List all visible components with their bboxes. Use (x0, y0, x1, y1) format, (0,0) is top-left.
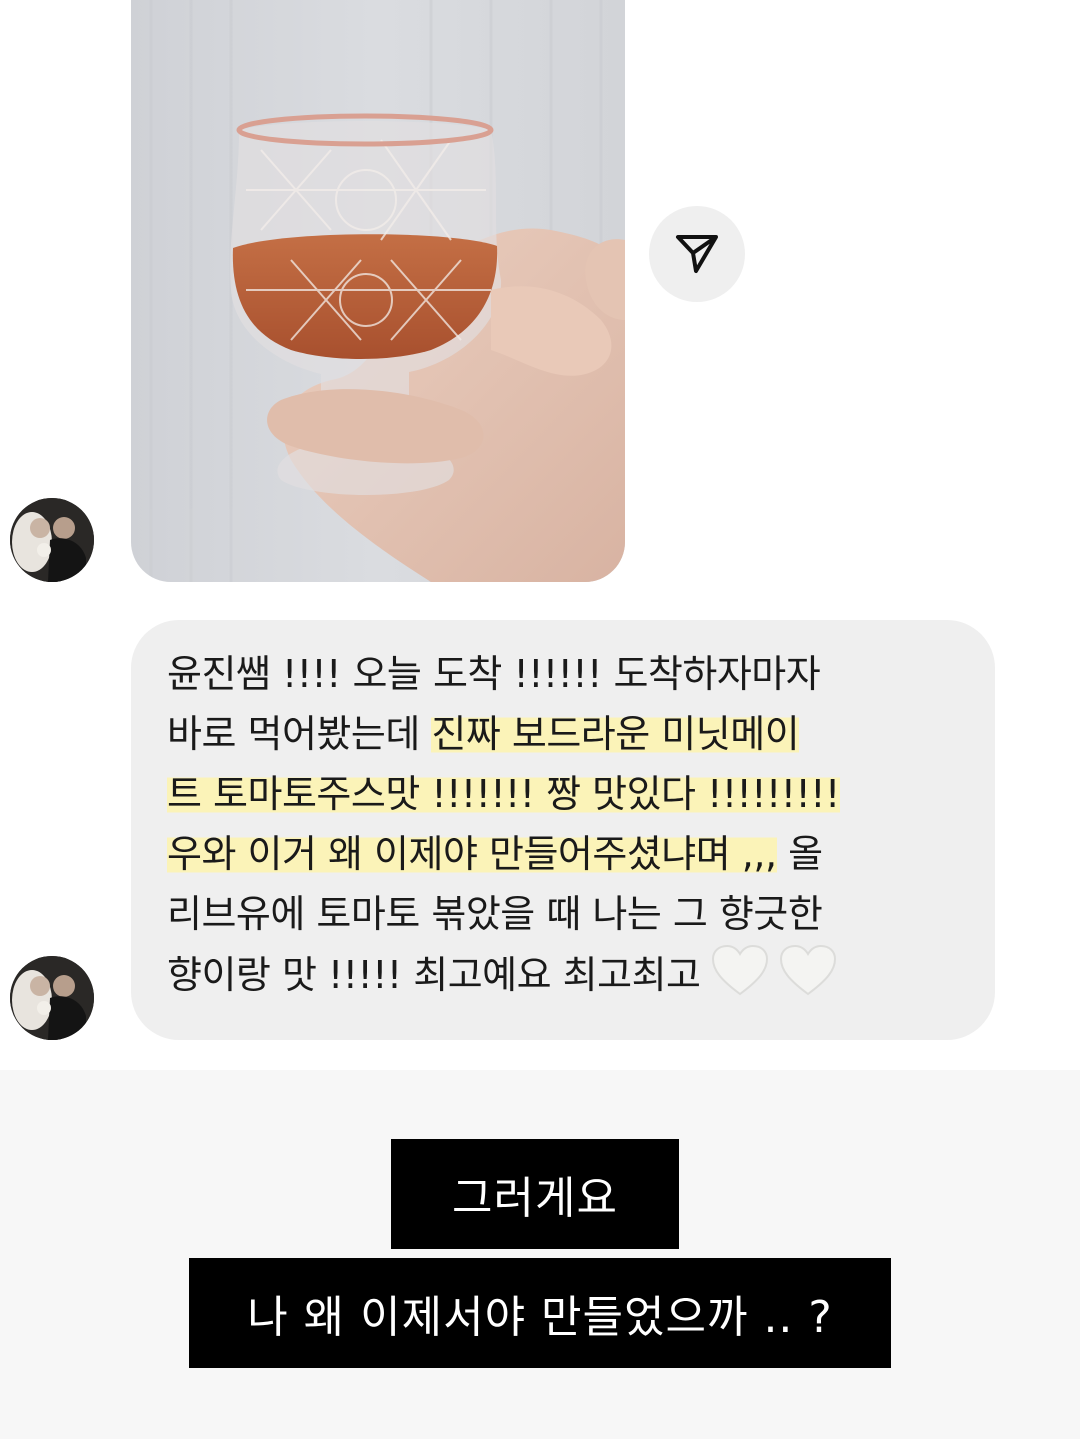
avatar[interactable] (10, 498, 94, 582)
message-line: 트 토마토주스맛 !!!!!!! 짱 맛있다 !!!!!!!!! (167, 764, 965, 824)
photo-message[interactable] (131, 0, 625, 582)
message-line: 우와 이거 왜 이제야 만들어주셨냐며 ,,, 올 (167, 832, 823, 876)
message-line: 바로 먹어봤는데 진짜 보드라운 미닛메이 (167, 712, 800, 756)
caption-area: 그러게요 나 왜 이제서야 만들었으까 .. ? (0, 1070, 1080, 1439)
glass-of-tomato-juice-photo (131, 0, 625, 582)
caption-line-2: 나 왜 이제서야 만들었으까 .. ? (189, 1258, 891, 1368)
chat-thread: 윤진쌤 !!!! 오늘 도착 !!!!!! 도착하자마자 바로 먹어봤는데 진짜… (0, 0, 1080, 1070)
white-heart-icon (779, 944, 836, 996)
send-icon (676, 235, 718, 273)
avatar[interactable] (10, 956, 94, 1040)
profile-photo-avatar (10, 498, 94, 582)
highlighted-text: 진짜 보드라운 미닛메이 (431, 712, 800, 756)
caption-line-1: 그러게요 (391, 1139, 679, 1249)
message-line: 향이랑 맛 !!!!! 최고예요 최고최고 (167, 944, 965, 1004)
share-button[interactable] (649, 206, 745, 302)
white-heart-icon (711, 944, 768, 996)
highlighted-text: 우와 이거 왜 이제야 만들어주셨냐며 ,,, (167, 832, 777, 876)
profile-photo-avatar (10, 956, 94, 1040)
message-line: 윤진쌤 !!!! 오늘 도착 !!!!!! 도착하자마자 (167, 652, 821, 696)
message-bubble[interactable]: 윤진쌤 !!!! 오늘 도착 !!!!!! 도착하자마자 바로 먹어봤는데 진짜… (131, 620, 995, 1040)
message-line: 리브유에 토마토 볶았을 때 나는 그 향긋한 (167, 892, 823, 936)
message-text: 윤진쌤 !!!! 오늘 도착 !!!!!! 도착하자마자 바로 먹어봤는데 진짜… (167, 644, 965, 1004)
highlighted-text: 트 토마토주스맛 !!!!!!! 짱 맛있다 !!!!!!!!! (167, 772, 840, 816)
